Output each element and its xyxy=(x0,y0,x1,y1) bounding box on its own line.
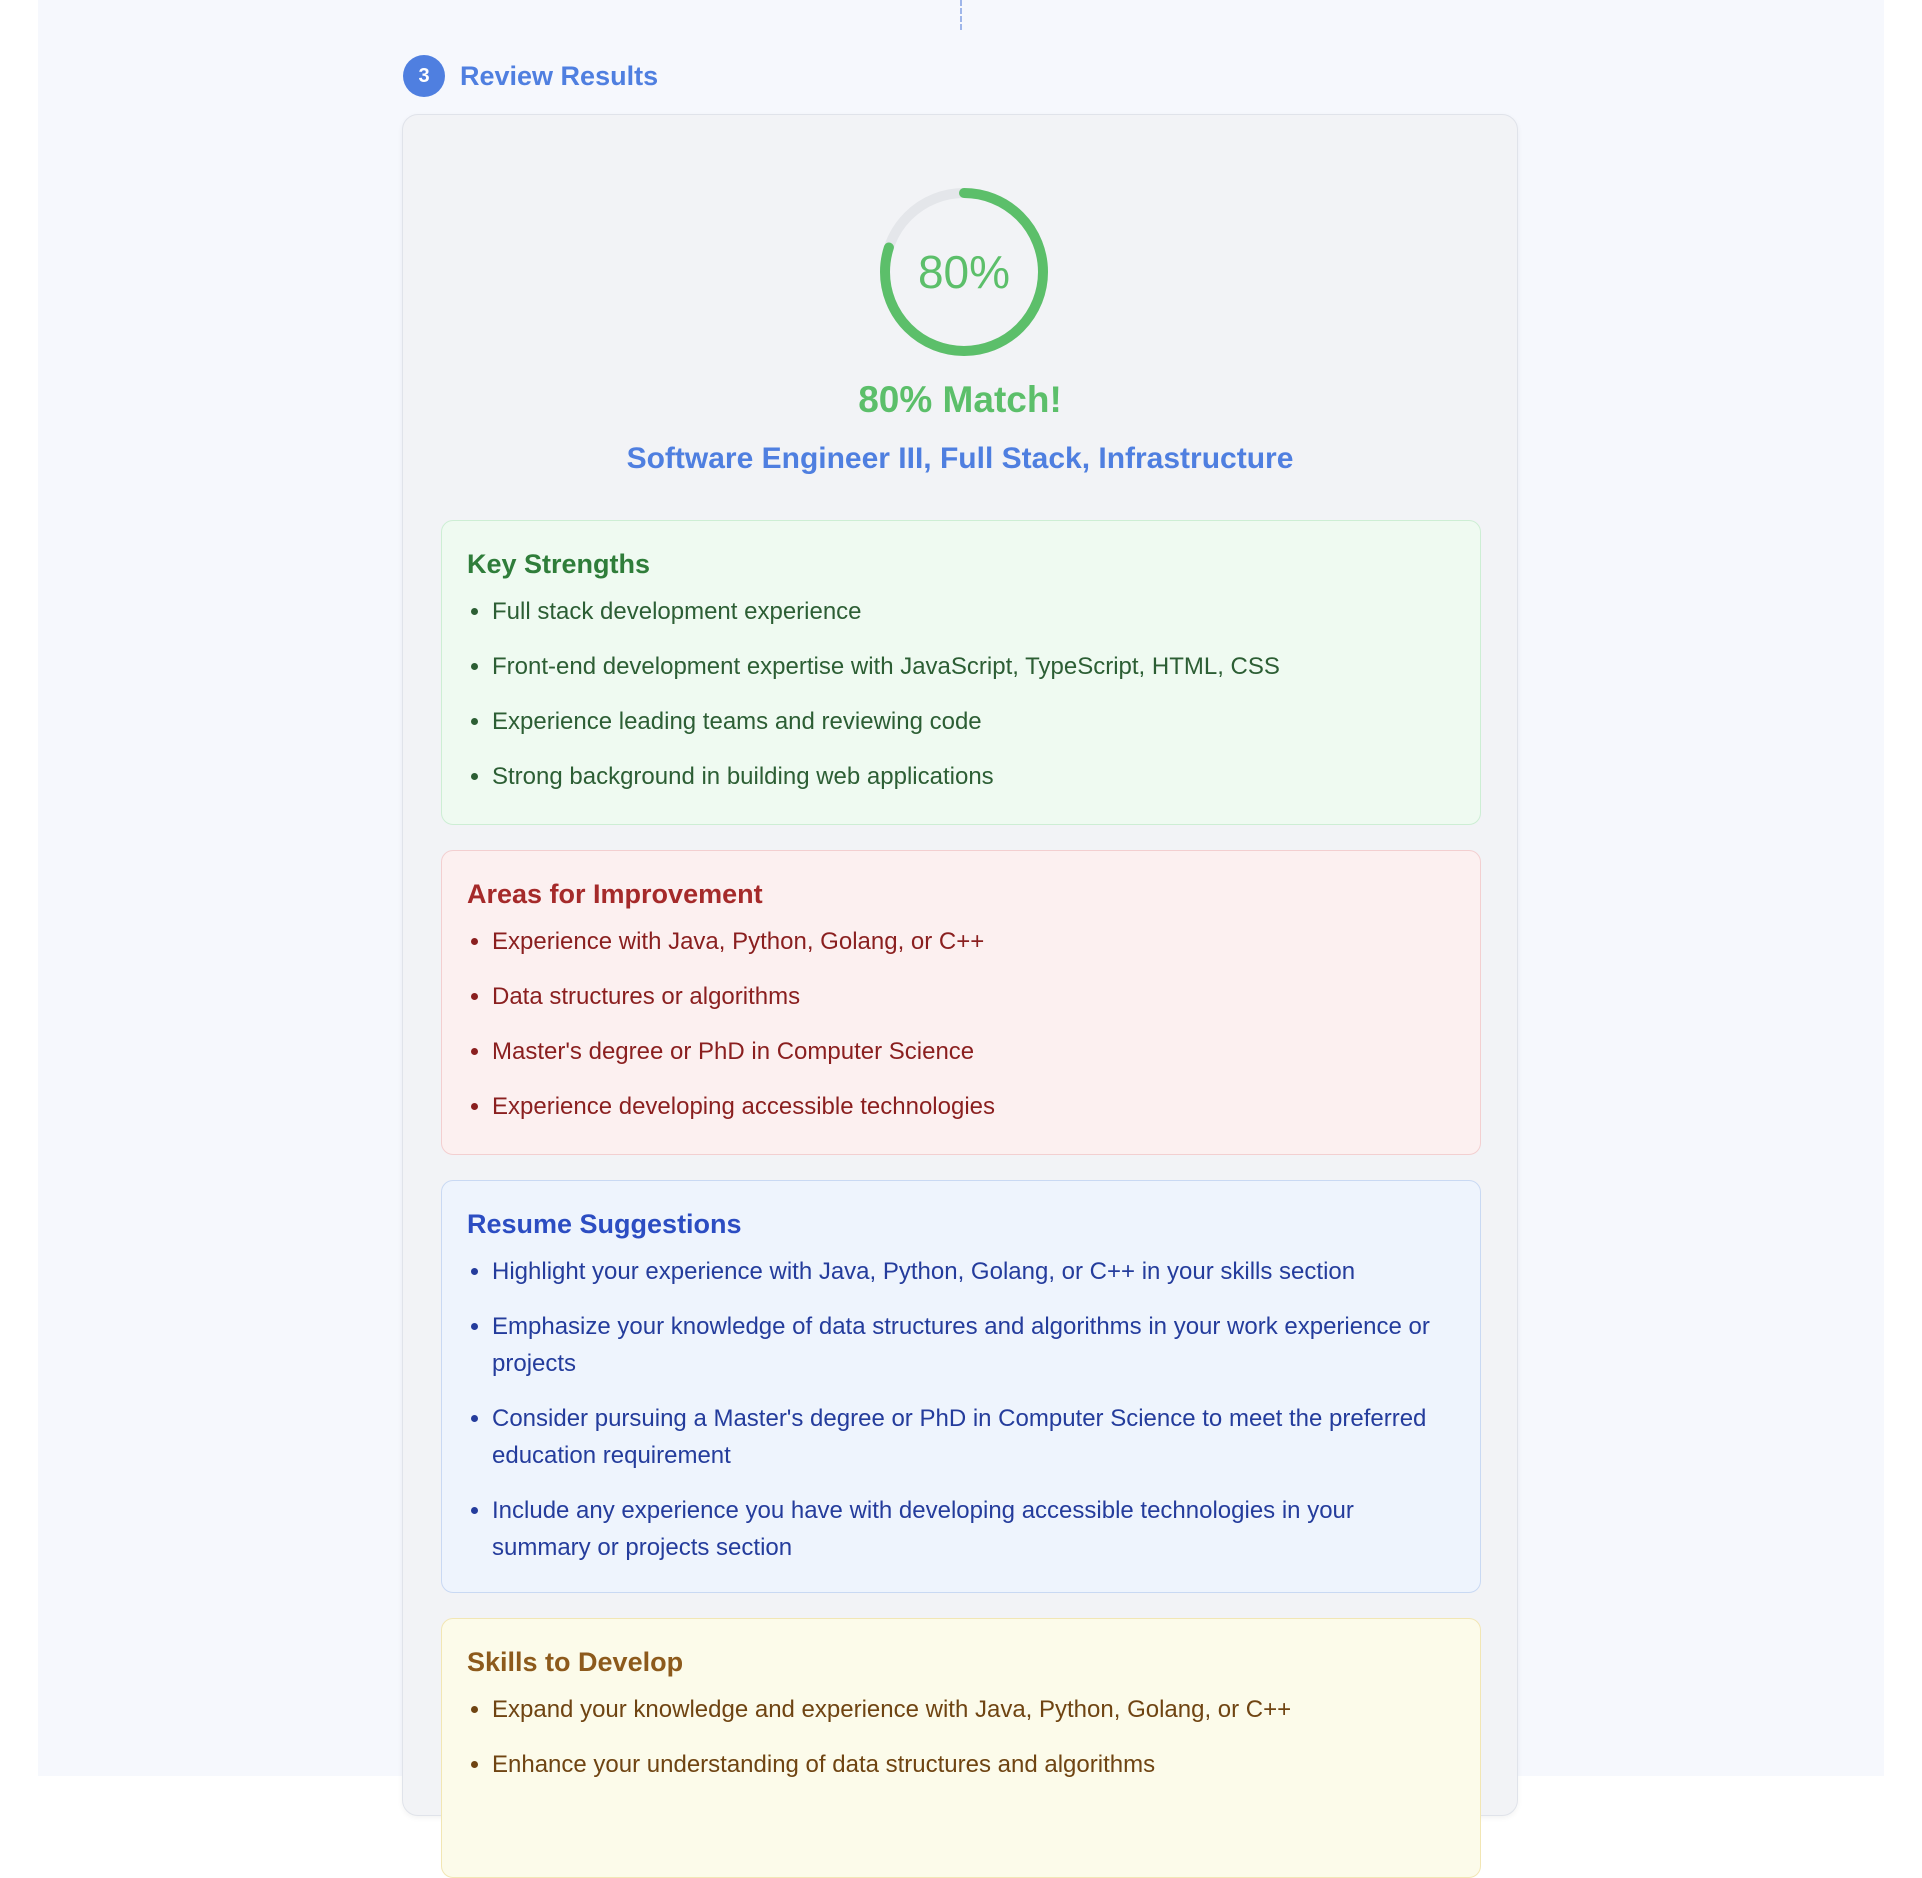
job-title: Software Engineer III, Full Stack, Infra… xyxy=(626,442,1294,475)
results-card: 80% 80% Match! Software Engineer III, Fu… xyxy=(402,114,1518,1878)
skills-to-develop-section: Skills to Develop Expand your knowledge … xyxy=(441,1618,1481,1878)
key-strengths-heading: Key Strengths xyxy=(467,549,651,579)
match-score-ring: 80% xyxy=(879,187,1049,357)
step-connector-line xyxy=(960,0,962,30)
list-item: Include any experience you have with dev… xyxy=(492,1492,1455,1566)
step-header: 3 Review Results xyxy=(403,55,658,97)
list-item: Strong background in building web applic… xyxy=(492,758,1455,795)
list-item: Full stack development experience xyxy=(492,593,1455,630)
list-item: Master's degree or PhD in Computer Scien… xyxy=(492,1033,1455,1070)
list-item: Expand your knowledge and experience wit… xyxy=(492,1691,1455,1728)
list-item: Consider pursuing a Master's degree or P… xyxy=(492,1400,1455,1474)
list-item: Enhance your understanding of data struc… xyxy=(492,1746,1455,1783)
key-strengths-section: Key Strengths Full stack development exp… xyxy=(441,520,1481,825)
resume-suggestions-section: Resume Suggestions Highlight your experi… xyxy=(441,1180,1481,1593)
improvement-section: Areas for Improvement Experience with Ja… xyxy=(441,850,1481,1155)
list-item: Data structures or algorithms xyxy=(492,978,1455,1015)
list-item: Experience leading teams and reviewing c… xyxy=(492,703,1455,740)
step-title: Review Results xyxy=(460,60,659,91)
key-strengths-list: Full stack development experience Front-e… xyxy=(467,593,1455,795)
score-percent: 80% xyxy=(917,246,1011,298)
resume-suggestions-list: Highlight your experience with Java, Pyt… xyxy=(467,1253,1455,1566)
list-item: Front-end development expertise with Jav… xyxy=(492,648,1455,685)
skills-to-develop-heading: Skills to Develop xyxy=(467,1647,684,1677)
resume-suggestions-heading: Resume Suggestions xyxy=(467,1209,742,1239)
improvement-heading: Areas for Improvement xyxy=(467,879,763,909)
improvement-list: Experience with Java, Python, Golang, or… xyxy=(467,923,1455,1125)
skills-to-develop-list: Expand your knowledge and experience wit… xyxy=(467,1691,1455,1783)
list-item: Highlight your experience with Java, Pyt… xyxy=(492,1253,1455,1290)
list-item: Experience developing accessible technol… xyxy=(492,1088,1455,1125)
match-heading: 80% Match! xyxy=(858,379,1062,420)
step-number-badge: 3 xyxy=(403,55,445,97)
list-item: Experience with Java, Python, Golang, or… xyxy=(492,923,1455,960)
list-item: Emphasize your knowledge of data structu… xyxy=(492,1308,1455,1382)
